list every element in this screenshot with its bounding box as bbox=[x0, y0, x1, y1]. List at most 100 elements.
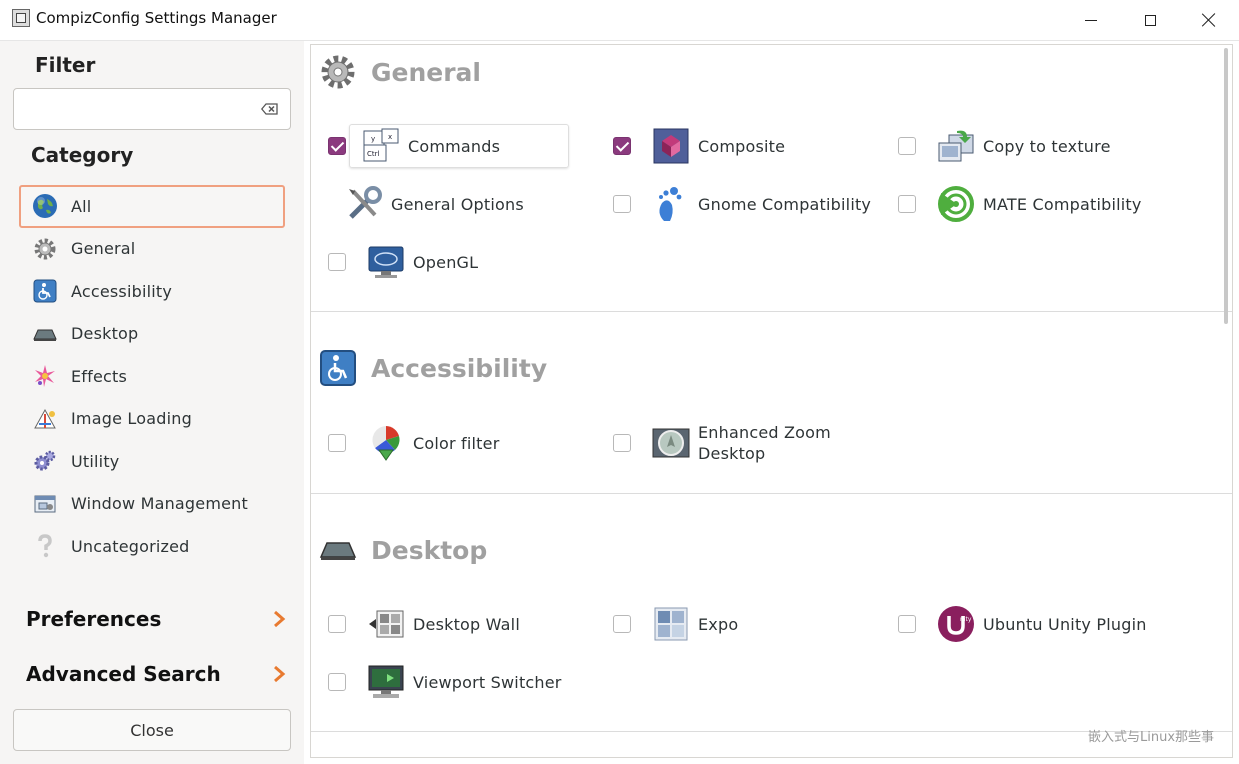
utility-gears-icon bbox=[31, 447, 59, 475]
plugin-ubuntu-unity: nity Ubuntu Unity Plugin bbox=[898, 601, 1151, 647]
close-icon bbox=[1202, 13, 1216, 27]
plugin-label: Enhanced Zoom Desktop bbox=[698, 422, 831, 464]
section-header: Accessibility bbox=[319, 349, 547, 387]
plugin-desktop-wall: Desktop Wall bbox=[328, 601, 524, 647]
enable-checkbox[interactable] bbox=[898, 615, 916, 633]
gear-icon bbox=[31, 235, 59, 263]
category-label: Uncategorized bbox=[71, 536, 190, 556]
maximize-icon bbox=[1144, 14, 1156, 26]
plugin-button[interactable]: Copy to texture bbox=[931, 124, 1115, 168]
enable-checkbox[interactable] bbox=[613, 195, 631, 213]
plugin-button[interactable]: General Options bbox=[339, 182, 528, 226]
expo-grid-icon bbox=[652, 605, 690, 643]
plugin-viewport-switcher: Viewport Switcher bbox=[328, 659, 566, 705]
plugin-label: Desktop Wall bbox=[413, 614, 520, 634]
section-desktop: Desktop Desktop Wall Expo nity Ubuntu Un… bbox=[311, 493, 1232, 732]
svg-text:y: y bbox=[371, 135, 375, 143]
mate-icon bbox=[937, 185, 975, 223]
plugin-button[interactable]: MATE Compatibility bbox=[931, 182, 1146, 226]
enable-checkbox[interactable] bbox=[613, 615, 631, 633]
plugin-button[interactable]: Expo bbox=[646, 602, 742, 646]
enable-checkbox[interactable] bbox=[328, 137, 346, 155]
viewport-switcher-icon bbox=[367, 663, 405, 701]
plugin-gnome-compatibility: Gnome Compatibility bbox=[613, 181, 875, 227]
enable-checkbox[interactable] bbox=[328, 673, 346, 691]
category-label: All bbox=[71, 196, 92, 216]
window-close-button[interactable] bbox=[1180, 0, 1238, 40]
gear-icon bbox=[319, 53, 357, 91]
svg-text:x: x bbox=[388, 133, 392, 141]
svg-text:Ctrl: Ctrl bbox=[367, 150, 380, 158]
plugin-button[interactable]: OpenGL bbox=[361, 240, 482, 284]
plugin-label: Commands bbox=[408, 136, 501, 156]
enable-checkbox[interactable] bbox=[328, 434, 346, 452]
enable-checkbox[interactable] bbox=[328, 615, 346, 633]
plugin-button[interactable]: Enhanced Zoom Desktop bbox=[646, 421, 835, 465]
plugin-button[interactable]: Gnome Compatibility bbox=[646, 182, 875, 226]
minimize-button[interactable] bbox=[1062, 0, 1120, 40]
filter-heading: Filter bbox=[35, 53, 96, 77]
plugin-label: Viewport Switcher bbox=[413, 672, 562, 692]
category-item-effects[interactable]: Effects bbox=[19, 355, 285, 398]
category-label: Effects bbox=[71, 366, 128, 386]
commands-keyboard-icon: Ctrl y x bbox=[362, 127, 400, 165]
plugin-label-line2: Desktop bbox=[698, 444, 766, 463]
section-accessibility: Accessibility Color filter Enhanced Zoom… bbox=[311, 311, 1232, 494]
plugin-label: OpenGL bbox=[413, 252, 479, 272]
advanced-search-expander[interactable]: Advanced Search bbox=[26, 656, 286, 692]
plugin-label: Color filter bbox=[413, 433, 500, 453]
globe-icon bbox=[31, 192, 59, 220]
svg-text:nity: nity bbox=[960, 616, 972, 623]
close-button[interactable]: Close bbox=[13, 709, 291, 751]
maximize-button[interactable] bbox=[1121, 0, 1179, 40]
category-item-image-loading[interactable]: Image Loading bbox=[19, 398, 285, 441]
plugin-button[interactable]: Viewport Switcher bbox=[361, 660, 566, 704]
category-item-all[interactable]: All bbox=[19, 185, 285, 228]
category-item-uncategorized[interactable]: Uncategorized bbox=[19, 525, 285, 568]
enable-checkbox[interactable] bbox=[898, 137, 916, 155]
category-item-window-management[interactable]: Window Management bbox=[19, 483, 285, 526]
category-item-accessibility[interactable]: Accessibility bbox=[19, 270, 285, 313]
filter-input[interactable] bbox=[22, 97, 256, 123]
scrollbar[interactable] bbox=[1224, 48, 1228, 324]
plugin-label-line1: Enhanced Zoom bbox=[698, 423, 831, 442]
minimize-icon bbox=[1085, 19, 1097, 21]
plugin-button[interactable]: nity Ubuntu Unity Plugin bbox=[931, 602, 1151, 646]
enable-checkbox[interactable] bbox=[613, 137, 631, 155]
plugin-label: General Options bbox=[391, 194, 524, 214]
tools-icon bbox=[345, 185, 383, 223]
category-label: General bbox=[71, 239, 136, 259]
color-filter-icon bbox=[367, 424, 405, 462]
sidebar: Filter Category All General Accessibilit… bbox=[0, 41, 304, 764]
plugin-label: Copy to texture bbox=[983, 136, 1111, 156]
app-icon bbox=[12, 9, 30, 27]
window-title: CompizConfig Settings Manager bbox=[36, 9, 277, 27]
composite-icon bbox=[652, 127, 690, 165]
enable-checkbox[interactable] bbox=[328, 253, 346, 271]
category-item-utility[interactable]: Utility bbox=[19, 440, 285, 483]
enable-checkbox[interactable] bbox=[613, 434, 631, 452]
category-label: Accessibility bbox=[71, 281, 173, 301]
category-item-desktop[interactable]: Desktop bbox=[19, 313, 285, 356]
gnome-foot-icon bbox=[652, 185, 690, 223]
plugin-label: Expo bbox=[698, 614, 739, 634]
preferences-expander[interactable]: Preferences bbox=[26, 601, 286, 637]
plugin-button[interactable]: Ctrl y x Commands bbox=[349, 124, 569, 168]
enable-checkbox[interactable] bbox=[898, 195, 916, 213]
filter-field[interactable] bbox=[13, 88, 291, 130]
category-item-general[interactable]: General bbox=[19, 228, 285, 271]
section-header: General bbox=[319, 53, 481, 91]
title-bar: CompizConfig Settings Manager bbox=[0, 0, 1239, 41]
plugin-composite: Composite bbox=[613, 123, 789, 169]
plugin-button[interactable]: Desktop Wall bbox=[361, 602, 524, 646]
chevron-right-icon bbox=[274, 610, 286, 628]
chevron-right-icon bbox=[274, 665, 286, 683]
desktop-icon bbox=[319, 531, 357, 569]
plugin-button[interactable]: Color filter bbox=[361, 421, 503, 465]
wheelchair-icon bbox=[31, 277, 59, 305]
question-mark-icon bbox=[31, 532, 59, 560]
plugin-button[interactable]: Composite bbox=[646, 124, 789, 168]
clear-text-icon[interactable] bbox=[261, 103, 278, 115]
plugin-mate-compatibility: MATE Compatibility bbox=[898, 181, 1146, 227]
plugin-general-options: General Options bbox=[328, 181, 528, 227]
